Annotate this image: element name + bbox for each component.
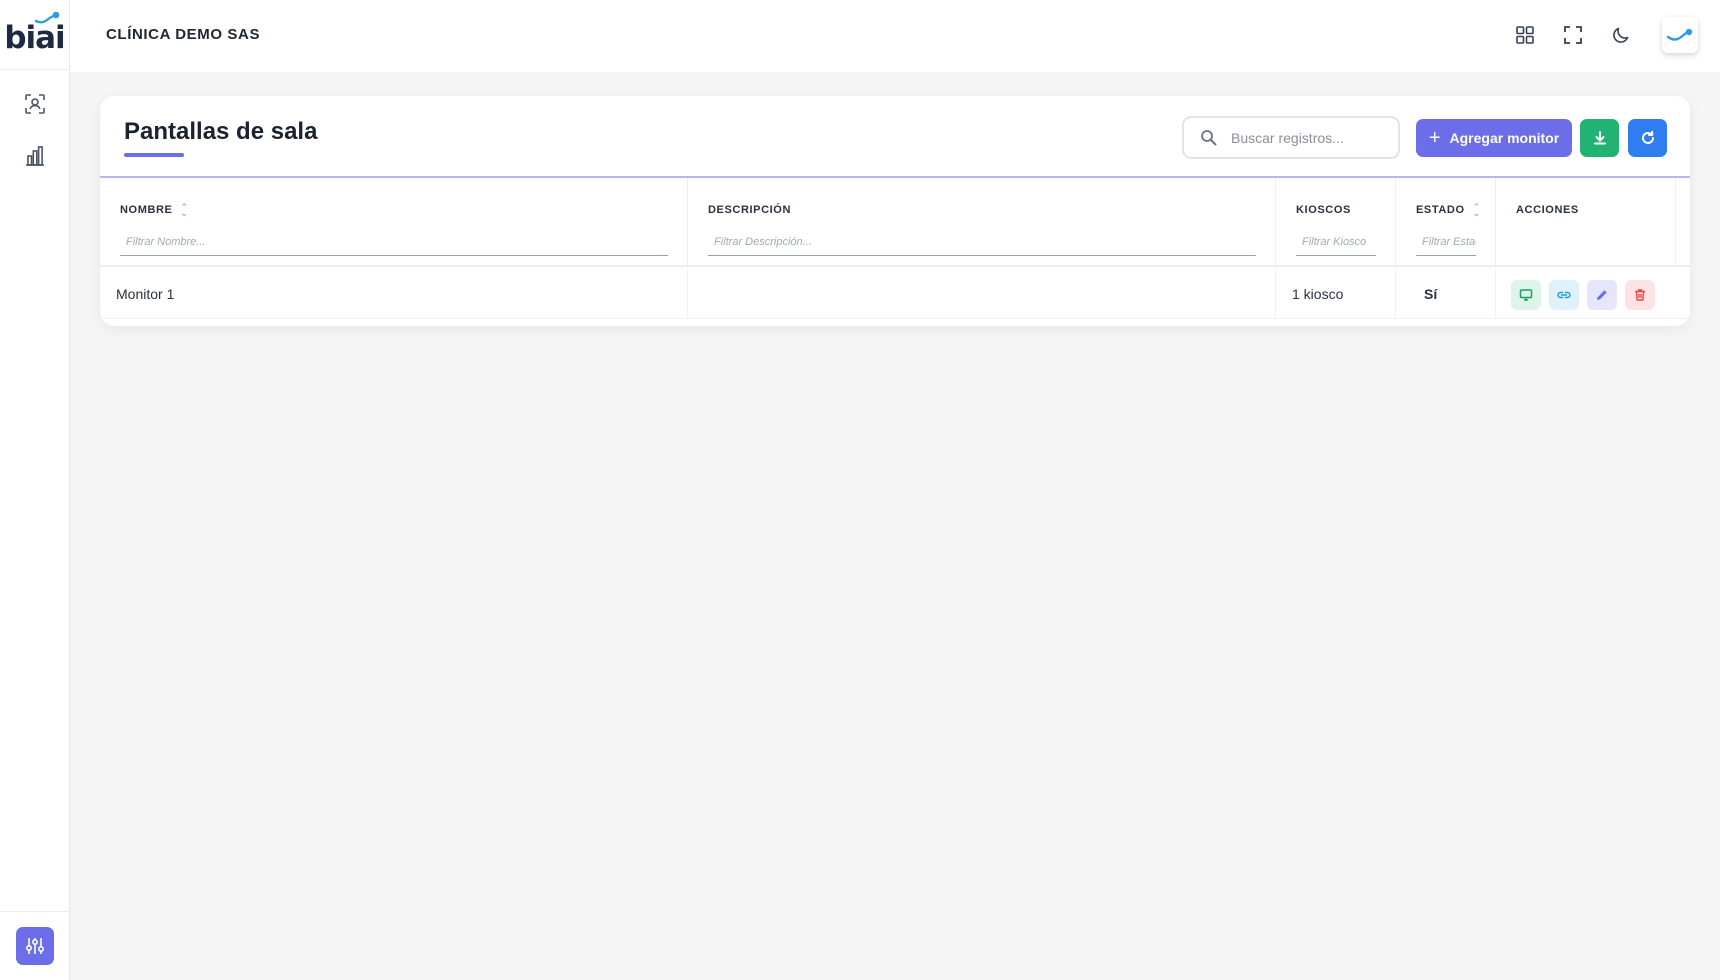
filter-descripcion-input[interactable] <box>708 236 1256 248</box>
dark-mode-moon-icon <box>1613 27 1629 43</box>
sort-icon[interactable]: ⌃ ⌄ <box>1473 203 1481 218</box>
sidebar-footer <box>0 911 70 980</box>
column-estado: ESTADO ⌃ ⌄ <box>1396 178 1496 267</box>
download-button[interactable] <box>1580 119 1619 157</box>
cell-acciones <box>1496 269 1676 319</box>
column-acciones: ACCIONES <box>1496 178 1676 267</box>
search-input[interactable] <box>1231 129 1381 146</box>
column-header-descripcion: DESCRIPCIÓN <box>708 204 791 216</box>
filter-kioscos[interactable] <box>1296 232 1376 256</box>
search-icon <box>1200 129 1217 146</box>
view-screen-button[interactable] <box>1511 280 1541 310</box>
logo-swoosh-icon <box>34 11 60 24</box>
column-header-kioscos: KIOSCOS <box>1296 204 1351 216</box>
brand-logo[interactable]: biai <box>0 0 69 70</box>
column-header-acciones: ACCIONES <box>1516 204 1579 216</box>
company-name: CLÍNICA DEMO SAS <box>106 26 261 43</box>
column-header-estado[interactable]: ESTADO ⌃ ⌄ <box>1416 203 1481 218</box>
customizer-button[interactable] <box>16 927 54 965</box>
filter-descripcion[interactable] <box>708 232 1256 256</box>
title-underline <box>124 153 184 157</box>
apps-button[interactable] <box>1512 22 1538 48</box>
add-monitor-label: Agregar monitor <box>1449 130 1560 146</box>
column-kioscos: KIOSCOS <box>1276 178 1396 267</box>
patients-scan-icon <box>25 94 45 114</box>
column-descripcion: DESCRIPCIÓN <box>688 178 1276 267</box>
filter-kioscos-input[interactable] <box>1296 236 1376 248</box>
table-header: NOMBRE ⌃⌄ DESCRIPCIÓN KIOSCOS <box>100 178 1690 267</box>
monitors-card: Pantallas de sala + Agregar monitor <box>100 96 1690 326</box>
column-label: ESTADO <box>1416 204 1465 216</box>
trash-icon <box>1635 289 1645 301</box>
topbar: CLÍNICA DEMO SAS <box>70 0 1720 72</box>
column-label: KIOSCOS <box>1296 204 1351 216</box>
copy-link-button[interactable] <box>1549 280 1579 310</box>
download-icon <box>1593 131 1606 145</box>
search-box[interactable] <box>1182 116 1400 159</box>
plus-icon: + <box>1428 127 1441 149</box>
cell-descripcion <box>688 269 1276 319</box>
user-avatar[interactable] <box>1662 17 1698 53</box>
cell-estado: Sí <box>1396 269 1496 319</box>
page-title: Pantallas de sala <box>124 118 318 145</box>
sidebar-item-patients[interactable] <box>0 78 70 130</box>
reports-chart-icon <box>26 146 44 166</box>
table-row[interactable]: Monitor 1 1 kiosco Sí <box>100 269 1690 319</box>
link-icon <box>1557 291 1571 299</box>
apps-grid-icon <box>1516 26 1534 44</box>
refresh-icon <box>1641 130 1654 144</box>
column-label: NOMBRE <box>120 204 173 216</box>
add-monitor-button[interactable]: + Agregar monitor <box>1416 119 1572 157</box>
cell-nombre: Monitor 1 <box>100 269 688 319</box>
column-header-nombre[interactable]: NOMBRE ⌃ ⌄ <box>120 203 189 218</box>
sliders-icon <box>25 938 45 954</box>
filter-estado-input[interactable] <box>1416 236 1476 248</box>
fullscreen-icon <box>1564 26 1582 44</box>
dark-mode-toggle[interactable] <box>1608 22 1634 48</box>
cell-kioscos: 1 kiosco <box>1276 269 1396 319</box>
sidebar-item-reports[interactable] <box>0 130 70 182</box>
column-label: DESCRIPCIÓN <box>708 204 791 216</box>
filter-nombre[interactable] <box>120 232 668 256</box>
card-header: Pantallas de sala + Agregar monitor <box>100 96 1690 178</box>
filter-estado[interactable] <box>1416 232 1476 256</box>
delete-button[interactable] <box>1625 280 1655 310</box>
edit-button[interactable] <box>1587 280 1617 310</box>
avatar-logo-icon <box>1666 28 1693 41</box>
monitor-icon <box>1519 289 1533 301</box>
refresh-button[interactable] <box>1628 119 1667 157</box>
fullscreen-button[interactable] <box>1560 22 1586 48</box>
column-nombre: NOMBRE ⌃ ⌄ <box>100 178 688 267</box>
sidebar: biai <box>0 0 70 980</box>
pencil-icon <box>1597 290 1607 300</box>
sort-icon[interactable]: ⌃ ⌄ <box>181 203 189 218</box>
column-label: ACCIONES <box>1516 204 1579 216</box>
filter-nombre-input[interactable] <box>120 236 668 248</box>
